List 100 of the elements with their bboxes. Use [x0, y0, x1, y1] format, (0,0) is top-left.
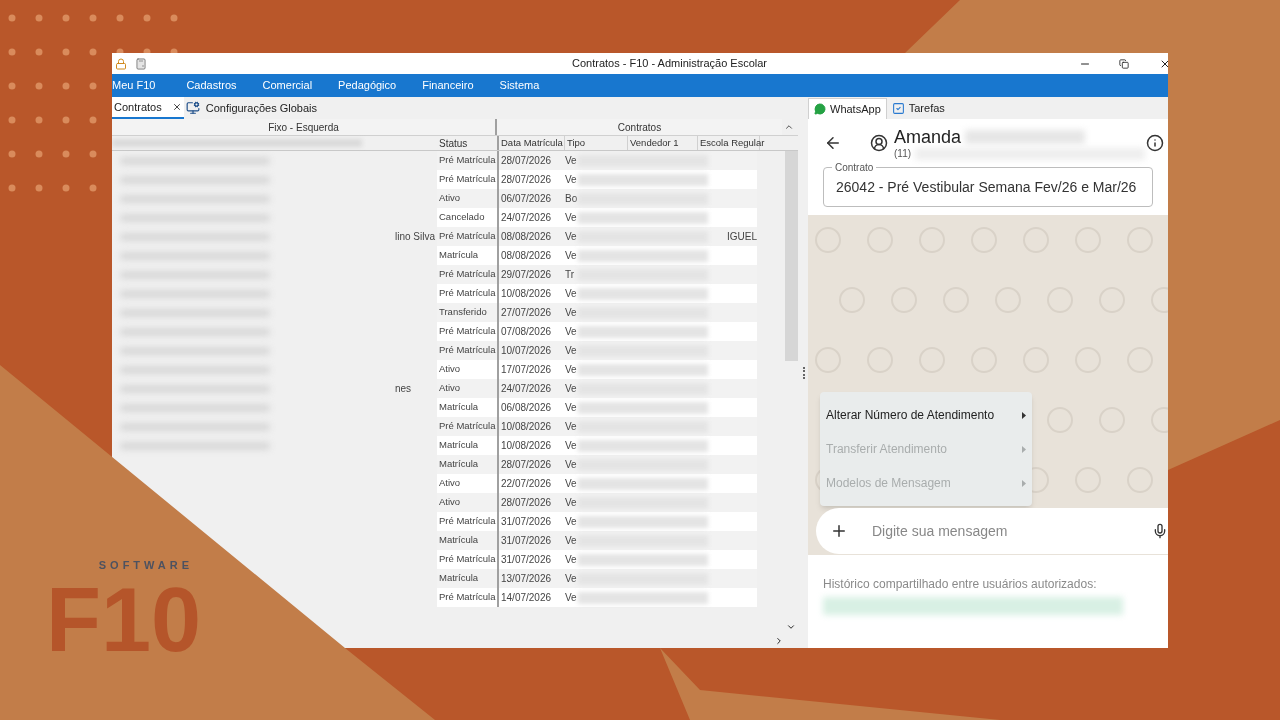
- table-cell-text: 28/07/2026: [501, 496, 552, 511]
- panel-tab[interactable]: Tarefas: [886, 98, 950, 119]
- table-cell-text: Ve: [565, 287, 577, 302]
- table-row[interactable]: Pré Matrícula 31/07/2026 Ve: [437, 512, 757, 532]
- contact-name: Amanda: [894, 125, 962, 148]
- table-cell-text: 14/07/2026: [501, 591, 552, 606]
- table-cell: Pré Matrícula: [439, 514, 496, 529]
- mic-icon[interactable]: [1152, 523, 1168, 539]
- message-input[interactable]: Digite sua mensagem: [816, 508, 1168, 554]
- message-field[interactable]: Digite sua mensagem: [872, 520, 1128, 542]
- document-tab[interactable]: Configurações Globais: [183, 97, 319, 120]
- table-cell: Pré Matrícula: [439, 419, 496, 434]
- column-header[interactable]: Data Matrícula: [501, 135, 563, 151]
- table-cell-text: Ve: [565, 477, 577, 492]
- table-cell: Matrícula: [439, 400, 479, 415]
- table-row[interactable]: Pré Matrícula 14/07/2026 Ve: [437, 588, 757, 608]
- table-cell-text: Ve: [565, 249, 577, 264]
- lock-icon: [115, 57, 127, 70]
- table-cell-text: 31/07/2026: [501, 553, 552, 568]
- table-cell-text: Tr: [565, 268, 575, 283]
- table-cell: Pré Matrícula: [439, 267, 496, 282]
- table-cell-text: 24/07/2026: [501, 382, 552, 397]
- table-row[interactable]: Ativo 17/07/2026 Ve: [437, 360, 757, 380]
- table-row[interactable]: Matrícula 06/08/2026 Ve: [437, 398, 757, 418]
- submenu-arrow-icon: [1022, 479, 1026, 487]
- menu-item[interactable]: Meu F10: [112, 77, 156, 94]
- table-cell: Transferido: [439, 305, 487, 320]
- table-cell: Cancelado: [439, 210, 485, 225]
- table-cell-text: 22/07/2026: [501, 477, 552, 492]
- table-cell-text: Ve: [565, 230, 577, 245]
- panel-tab[interactable]: WhatsApp: [808, 98, 887, 119]
- table-cell-text: Ve: [565, 591, 577, 606]
- table-cell: Pré Matrícula: [439, 590, 496, 605]
- table-cell-text: Ve: [565, 439, 577, 454]
- window-title: Contratos - F10 - Administração Escolar: [572, 56, 768, 72]
- table-cell-text: Bo: [565, 192, 578, 207]
- table-cell-text: Ve: [565, 572, 577, 587]
- table-cell: Matrícula: [439, 571, 479, 586]
- table-cell-text: 27/07/2026: [501, 306, 552, 321]
- close-tab-icon[interactable]: [171, 102, 182, 113]
- info-icon[interactable]: [1146, 134, 1164, 152]
- table-cell: Ativo: [439, 362, 461, 377]
- table-row[interactable]: Matrícula 10/08/2026 Ve: [437, 436, 757, 456]
- scroll-right-icon[interactable]: [774, 636, 784, 646]
- scrollbar-thumb[interactable]: [785, 151, 798, 362]
- table-row[interactable]: Pré Matrícula 07/08/2026 Ve: [437, 322, 757, 342]
- document-tab[interactable]: Contratos: [112, 97, 184, 120]
- back-icon[interactable]: [824, 134, 842, 152]
- table-cell: Pré Matrícula: [439, 343, 496, 358]
- table-cell-text: Ve: [565, 363, 577, 378]
- menu-item[interactable]: Sistema: [499, 77, 540, 94]
- table-cell-text: IGUEL: [727, 230, 757, 245]
- table-row[interactable]: Pré Matrícula 28/07/2026 Ve: [437, 170, 757, 190]
- monitor-icon: [185, 101, 200, 116]
- table-cell-text: Ve: [565, 306, 577, 321]
- menu-item[interactable]: Comercial: [262, 77, 313, 94]
- table-cell: Pré Matrícula: [439, 172, 496, 187]
- menu-item[interactable]: Financeiro: [422, 77, 474, 94]
- table-cell-text: Ve: [565, 154, 577, 169]
- column-header[interactable]: Status: [439, 135, 468, 151]
- table-cell-text: 29/07/2026: [501, 268, 552, 283]
- menu-item[interactable]: Pedagógico: [338, 77, 397, 94]
- table-cell: Pré Matrícula: [439, 153, 496, 168]
- restore-icon[interactable]: [1119, 58, 1129, 69]
- table-row[interactable]: Pré Matrícula 10/08/2026 Ve: [437, 284, 757, 304]
- table-cell: Ativo: [439, 476, 461, 491]
- table-cell-text: 10/08/2026: [501, 439, 552, 454]
- submenu-arrow-icon: [1022, 445, 1026, 453]
- table-row[interactable]: Cancelado 24/07/2026 Ve: [437, 208, 757, 228]
- table-cell-text: 08/08/2026: [501, 249, 552, 264]
- column-header[interactable]: Tipo: [567, 135, 586, 151]
- history-label: Histórico compartilhado entre usuários autorizados:: [823, 576, 1098, 593]
- table-cell-text: Ve: [565, 420, 577, 435]
- menu-item[interactable]: Cadastros: [186, 77, 237, 94]
- table-cell: Pré Matrícula: [439, 286, 496, 301]
- table-cell: Ativo: [439, 381, 461, 396]
- table-cell-text: 28/07/2026: [501, 458, 552, 473]
- column-header[interactable]: Vendedor 1: [630, 135, 679, 151]
- table-cell-text: Ve: [565, 496, 577, 511]
- table-cell-text: 24/07/2026: [501, 211, 552, 226]
- table-row[interactable]: Pré Matrícula 08/08/2026 Ve IGUEL: [437, 227, 757, 247]
- table-cell-text: Ve: [565, 534, 577, 549]
- table-cell: Matrícula: [439, 248, 479, 263]
- scroll-down-icon[interactable]: [786, 622, 796, 632]
- chat-icon: [814, 103, 826, 115]
- table-cell-text: nes: [395, 382, 412, 397]
- column-header[interactable]: Escola Regular: [700, 135, 765, 151]
- table-row[interactable]: Pré Matrícula 31/07/2026 Ve: [437, 550, 757, 570]
- table-cell-text: lino Silva: [395, 230, 436, 245]
- table-cell: Pré Matrícula: [439, 229, 496, 244]
- splitter-handle[interactable]: [803, 366, 805, 379]
- table-row[interactable]: Ativo 22/07/2026 Ve: [437, 474, 757, 494]
- table-cell-text: Ve: [565, 458, 577, 473]
- table-cell-text: 28/07/2026: [501, 154, 552, 169]
- table-row[interactable]: Matrícula 08/08/2026 Ve: [437, 246, 757, 266]
- add-icon[interactable]: [830, 522, 848, 540]
- table-cell: Pré Matrícula: [439, 552, 496, 567]
- table-cell: Matrícula: [439, 438, 479, 453]
- menu-item[interactable]: Alterar Número de Atendimento: [820, 398, 1032, 432]
- user-icon: [870, 134, 888, 152]
